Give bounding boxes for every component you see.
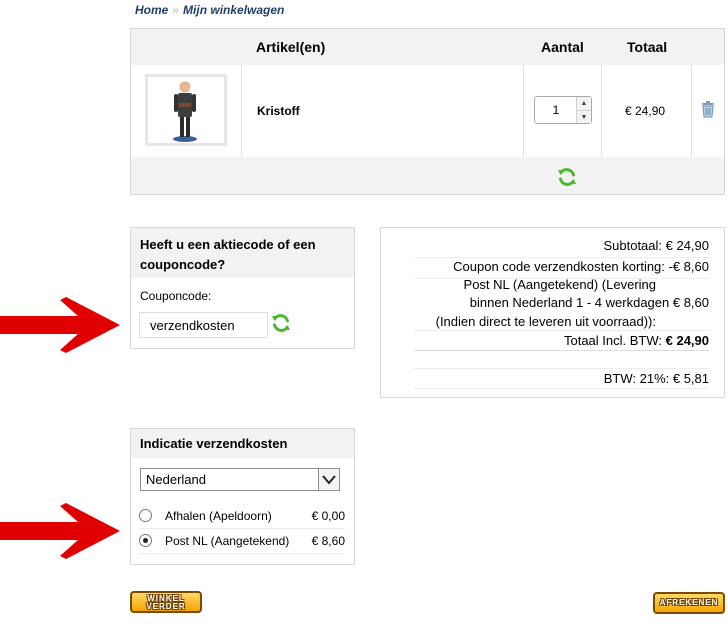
shipping-option-name: Post NL (Aangetekend) (165, 534, 290, 548)
breadcrumb-current: Mijn winkelwagen (183, 3, 285, 17)
product-thumbnail[interactable] (145, 74, 227, 146)
quantity-stepper[interactable]: ▲ ▼ (534, 96, 592, 124)
header-quantity: Aantal (541, 39, 584, 55)
breadcrumb-home-link[interactable]: Home (135, 3, 168, 17)
checkout-button[interactable]: AFREKENEN (653, 592, 725, 614)
coupon-input[interactable] (139, 312, 268, 338)
trash-icon[interactable] (701, 101, 715, 121)
figurine-image (173, 81, 197, 142)
grand-total-value: € 24,90 (665, 333, 709, 348)
divider (414, 388, 709, 389)
shipping-option-radio[interactable] (139, 509, 152, 522)
refresh-icon[interactable] (557, 167, 577, 190)
header-total: Totaal (627, 39, 668, 55)
divider (139, 528, 345, 529)
red-arrow-icon (0, 297, 120, 353)
coupon-panel: Heeft u een aktiecode of een couponcode?… (130, 227, 355, 349)
item-total-price: € 24,90 (625, 104, 666, 118)
grand-total: Totaal Incl. BTW: € 24,90 (564, 333, 709, 348)
country-select-value: Nederland (146, 472, 206, 487)
cart-header: Artikel(en) Aantal Totaal (131, 29, 724, 65)
header-items: Artikel(en) (256, 39, 326, 55)
divider (414, 368, 709, 369)
shipping-line-2: binnen Nederland 1 - 4 werkdagen € 8,60 (469, 295, 709, 310)
shipping-option[interactable]: Post NL (Aangetekend) € 8,60 (139, 530, 345, 553)
chevron-down-icon (318, 469, 339, 490)
country-select[interactable]: Nederland (140, 468, 340, 491)
shipping-title: Indicatie verzendkosten (131, 429, 354, 458)
shipping-line-3: (Indien direct te leveren uit voorraad))… (435, 314, 656, 329)
increment-icon[interactable]: ▲ (577, 97, 591, 110)
column-divider (523, 65, 524, 157)
shipping-option[interactable]: Afhalen (Apeldoorn) € 0,00 (139, 505, 345, 528)
breadcrumb-separator: » (172, 3, 180, 17)
quantity-spinner: ▲ ▼ (576, 97, 591, 123)
column-divider (691, 65, 692, 157)
product-name[interactable]: Kristoff (257, 104, 300, 118)
divider (414, 330, 709, 331)
red-arrow-icon (0, 503, 120, 559)
shipping-option-cost: € 0,00 (311, 509, 345, 523)
vat-amount: BTW: 21%: € 5,81 (603, 371, 709, 386)
shipping-option-name: Afhalen (Apeldoorn) (165, 509, 272, 523)
coupon-discount: Coupon code verzendkosten korting: -€ 8,… (453, 259, 709, 274)
shipping-line-1: Post NL (Aangetekend) (Levering (463, 277, 656, 292)
grand-total-label: Totaal Incl. BTW: (563, 333, 666, 348)
column-divider (241, 65, 242, 157)
coupon-label: Couponcode: (140, 289, 212, 303)
quantity-input[interactable] (535, 97, 577, 123)
coupon-title: Heeft u een aktiecode of een couponcode? (131, 228, 354, 278)
divider (414, 257, 709, 258)
divider (139, 553, 345, 554)
cart-row: Kristoff ▲ ▼ € 24,90 (131, 65, 724, 157)
decrement-icon[interactable]: ▼ (577, 110, 591, 123)
subtotal: Subtotaal: € 24,90 (603, 238, 709, 253)
order-totals: Subtotaal: € 24,90 Coupon code verzendko… (380, 227, 725, 398)
shipping-option-radio[interactable] (139, 534, 152, 547)
shipping-estimate-panel: Indicatie verzendkosten Nederland Afhale… (130, 428, 355, 565)
radio-selected-dot (143, 538, 148, 543)
cart-table: Artikel(en) Aantal Totaal Kristoff ▲ ▼ (130, 28, 725, 195)
refresh-icon[interactable] (271, 313, 291, 336)
shipping-option-cost: € 8,60 (311, 534, 345, 548)
continue-shopping-button[interactable]: WINKEL VERDER (130, 591, 202, 613)
breadcrumb: Home » Mijn winkelwagen (135, 3, 284, 17)
continue-shopping-label-2: VERDER (146, 602, 186, 611)
column-divider (601, 65, 602, 157)
divider (414, 350, 709, 351)
